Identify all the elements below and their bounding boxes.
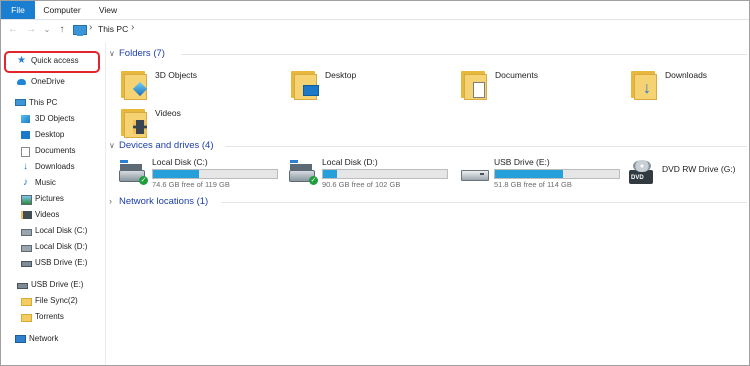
sidebar-item-label: Documents [35, 146, 76, 155]
tab-computer[interactable]: Computer [39, 1, 85, 19]
drive-free-space: 90.6 GB free of 102 GB [322, 180, 401, 189]
folder-icon [461, 68, 487, 100]
folder-item-videos[interactable]: Videos [121, 104, 281, 144]
dvd-drive-icon: DVD [629, 160, 655, 184]
sidebar-item-label: Local Disk (C:) [35, 226, 88, 235]
address-bar[interactable]: › This PC › [71, 22, 733, 38]
folder-icon [21, 314, 32, 322]
recent-locations-dropdown[interactable]: ⌄ [41, 24, 53, 36]
address-bar-row: ← → ⌄ ↑ › This PC › [1, 20, 749, 41]
hard-drive-icon [21, 245, 32, 252]
folder-item-downloads[interactable]: ↓ Downloads [631, 66, 749, 106]
sidebar-item-label: OneDrive [31, 77, 65, 86]
breadcrumb-separator[interactable]: › [89, 22, 92, 33]
film-icon [21, 211, 32, 219]
drive-name: DVD RW Drive (G:) [662, 164, 736, 174]
sidebar-item-label: USB Drive (E:) [35, 258, 88, 267]
network-group-header[interactable]: › Network locations (1) [109, 196, 208, 207]
breadcrumb-this-pc[interactable]: This PC [98, 24, 128, 34]
content-pane: ∨ Folders (7) 3D Objects Desktop Document… [107, 42, 749, 365]
folder-icon [121, 106, 147, 138]
this-pc-highlight-annotation [4, 51, 100, 73]
tab-view[interactable]: View [91, 1, 125, 19]
dvd-badge: DVD [631, 175, 644, 181]
cloud-icon [17, 79, 26, 85]
network-icon [15, 335, 26, 343]
up-button[interactable]: ↑ [56, 24, 68, 36]
divider [221, 202, 747, 203]
music-note-icon: ♪ [23, 177, 28, 188]
folder-item-3d-objects[interactable]: 3D Objects [121, 66, 281, 106]
usb-drive-icon [17, 283, 28, 289]
desktop-icon [21, 131, 30, 139]
drive-name: USB Drive (E:) [494, 157, 550, 167]
back-button[interactable]: ← [7, 24, 19, 36]
drive-item-local-disk-c[interactable]: ✓ Local Disk (C:) 74.6 GB free of 119 GB [119, 156, 289, 192]
sidebar-item-label: Downloads [35, 162, 75, 171]
drive-usage-bar [152, 169, 278, 179]
download-arrow-icon: ↓ [23, 161, 28, 172]
devices-group-header[interactable]: ∨ Devices and drives (4) [109, 140, 214, 151]
chevron-down-icon: ∨ [109, 49, 115, 58]
divider [225, 146, 747, 147]
folder-icon: ↓ [631, 68, 657, 100]
folder-name: Videos [155, 108, 181, 118]
sidebar-item-label: 3D Objects [35, 114, 75, 123]
folder-icon [121, 68, 148, 100]
sidebar-item-label: Torrents [35, 312, 64, 321]
chevron-right-icon: › [109, 196, 112, 206]
folder-item-desktop[interactable]: Desktop [291, 66, 451, 106]
sidebar-item-label: Local Disk (D:) [35, 242, 88, 251]
folder-name: Documents [495, 70, 538, 80]
document-icon [21, 147, 30, 157]
sidebar-item-label: Desktop [35, 130, 65, 139]
drive-usage-bar [494, 169, 620, 179]
hard-drive-icon [21, 229, 32, 236]
folder-icon [21, 298, 32, 306]
folders-group-header[interactable]: ∨ Folders (7) [109, 48, 165, 59]
drive-name: Local Disk (D:) [322, 157, 378, 167]
folder-name: 3D Objects [155, 70, 198, 80]
computer-icon [15, 99, 26, 106]
sidebar-item-label: Pictures [35, 194, 64, 203]
group-title: Devices and drives (4) [119, 140, 214, 151]
navigation-pane: ★ Quick access OneDrive This PC 3D Objec… [1, 42, 106, 365]
usb-drive-icon [461, 160, 489, 184]
sidebar-item-label: Music [35, 178, 56, 187]
hard-drive-icon: ✓ [119, 160, 148, 185]
drive-name: Local Disk (C:) [152, 157, 208, 167]
drive-free-space: 74.6 GB free of 119 GB [152, 180, 230, 189]
usb-drive-icon [21, 261, 32, 267]
drive-item-usb-drive-e[interactable]: USB Drive (E:) 51.8 GB free of 114 GB [461, 156, 631, 192]
folder-name: Desktop [325, 70, 357, 80]
chevron-down-icon: ∨ [109, 141, 115, 150]
folder-icon [291, 68, 319, 100]
sidebar-item-label: This PC [29, 98, 58, 107]
file-explorer-window: File Computer View ← → ⌄ ↑ › This PC › ★… [0, 0, 750, 366]
ribbon-tabs: File Computer View [1, 1, 749, 20]
forward-button[interactable]: → [25, 24, 37, 36]
folder-name: Downloads [665, 70, 708, 80]
sidebar-item-label: File Sync(2) [35, 296, 78, 305]
folder-item-documents[interactable]: Documents [461, 66, 621, 106]
sidebar-item-label: Network [29, 334, 59, 343]
tab-file[interactable]: File [1, 1, 35, 19]
drive-item-dvd-rw-g[interactable]: DVD DVD RW Drive (G:) [629, 156, 749, 192]
drive-usage-bar [322, 169, 448, 179]
group-title: Folders (7) [119, 48, 165, 59]
divider [181, 54, 747, 55]
group-title: Network locations (1) [119, 196, 209, 207]
3d-objects-icon [21, 115, 30, 123]
drive-item-local-disk-d[interactable]: ✓ Local Disk (D:) 90.6 GB free of 102 GB [289, 156, 459, 192]
pictures-icon [21, 195, 32, 205]
drive-free-space: 51.8 GB free of 114 GB [494, 180, 572, 189]
sidebar-item-label: Videos [35, 210, 60, 219]
breadcrumb-separator[interactable]: › [131, 22, 134, 33]
hard-drive-icon: ✓ [289, 160, 318, 185]
sidebar-item-label: USB Drive (E:) [31, 280, 84, 289]
